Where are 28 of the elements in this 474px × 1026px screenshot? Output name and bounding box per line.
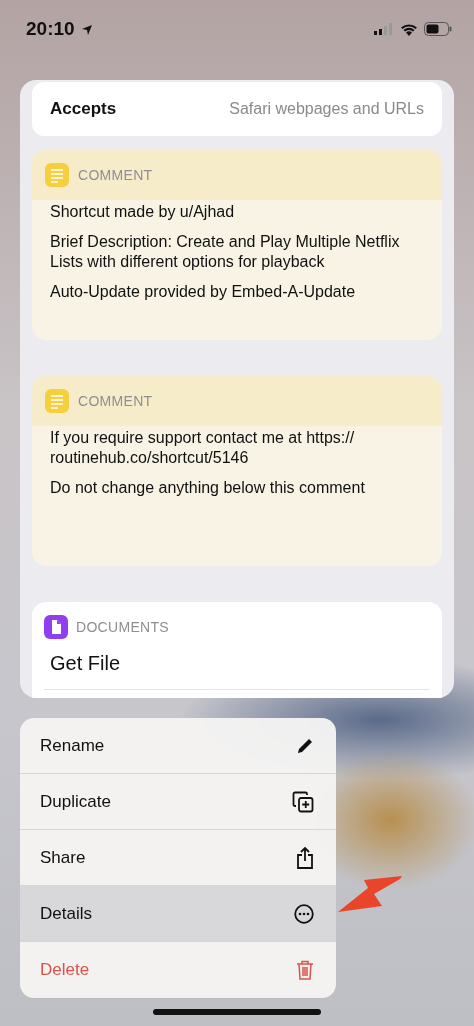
action-category: DOCUMENTS xyxy=(76,619,169,635)
comment-text: If you require support contact me at https:// routinehub.co/shortcut/5146 xyxy=(50,428,356,468)
menu-item[interactable]: Rename xyxy=(20,718,336,774)
menu-item[interactable]: Duplicate xyxy=(20,774,336,830)
trash-icon xyxy=(296,960,314,980)
accepts-label: Accepts xyxy=(50,99,117,119)
menu-item[interactable]: Details xyxy=(20,886,336,942)
action-title: Get File xyxy=(49,652,122,675)
share-icon xyxy=(296,846,314,869)
duplicate-icon xyxy=(292,790,314,813)
comment-text: Shortcut made by u/Ajhad xyxy=(50,202,236,222)
comment-category: COMMENT xyxy=(78,393,153,409)
accepts-value: Safari webpages and URLs xyxy=(229,100,424,118)
comment-icon xyxy=(45,163,69,187)
battery-icon xyxy=(424,22,452,36)
comment-text: Do not change anything below this comment xyxy=(50,478,366,498)
document-icon xyxy=(44,615,68,639)
menu-item[interactable]: Delete xyxy=(20,942,336,998)
status-time: 20:10 xyxy=(26,18,75,40)
pencil-icon xyxy=(296,736,314,755)
signal-icon xyxy=(374,23,394,35)
comment-icon xyxy=(45,389,69,413)
comment-text: Auto-Update provided by Embed-A-Update xyxy=(50,282,357,302)
more-icon xyxy=(294,903,314,924)
wifi-icon xyxy=(400,22,418,36)
location-arrow-icon xyxy=(80,24,93,36)
comment-category: COMMENT xyxy=(78,167,153,183)
comment-text: Brief Description: Create and Play Multiple Netflix Lists with different options for playback xyxy=(50,232,401,272)
